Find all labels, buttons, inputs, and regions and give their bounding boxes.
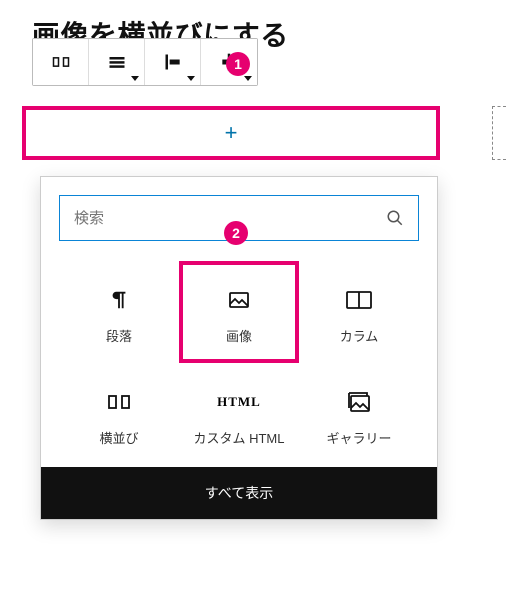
show-all-button[interactable]: すべて表示	[41, 467, 437, 519]
image-icon	[227, 280, 251, 320]
columns-icon	[346, 280, 372, 320]
block-custom-html[interactable]: HTML カスタム HTML	[179, 363, 299, 465]
block-label: カスタム HTML	[193, 428, 284, 447]
gallery-icon	[346, 382, 372, 422]
search-icon	[386, 209, 404, 227]
dashed-placeholder	[492, 106, 506, 160]
block-image[interactable]: 画像	[179, 261, 299, 363]
toolbar-row-icon[interactable]	[33, 39, 89, 85]
block-label: 段落	[106, 326, 132, 345]
block-paragraph[interactable]: 段落	[59, 261, 179, 363]
plus-icon: +	[225, 120, 238, 146]
add-block-button[interactable]: +	[22, 106, 440, 160]
block-row[interactable]: 横並び	[59, 363, 179, 465]
chevron-down-icon	[244, 76, 252, 81]
block-label: 画像	[226, 326, 252, 345]
toolbar-justify-icon[interactable]	[89, 39, 145, 85]
block-gallery[interactable]: ギャラリー	[299, 363, 419, 465]
paragraph-icon	[108, 280, 130, 320]
html-icon: HTML	[217, 382, 261, 422]
block-grid: 段落 画像 カラム 横並び	[59, 261, 419, 465]
block-label: 横並び	[99, 428, 138, 447]
block-label: カラム	[340, 326, 379, 345]
annotation-callout-2: 2	[224, 221, 248, 245]
block-toolbar	[32, 38, 258, 86]
row-icon	[107, 382, 131, 422]
chevron-down-icon	[131, 76, 139, 81]
block-columns[interactable]: カラム	[299, 261, 419, 363]
block-label: ギャラリー	[326, 428, 391, 447]
chevron-down-icon	[187, 76, 195, 81]
annotation-callout-1: 1	[226, 52, 250, 76]
toolbar-align-left-icon[interactable]	[145, 39, 201, 85]
